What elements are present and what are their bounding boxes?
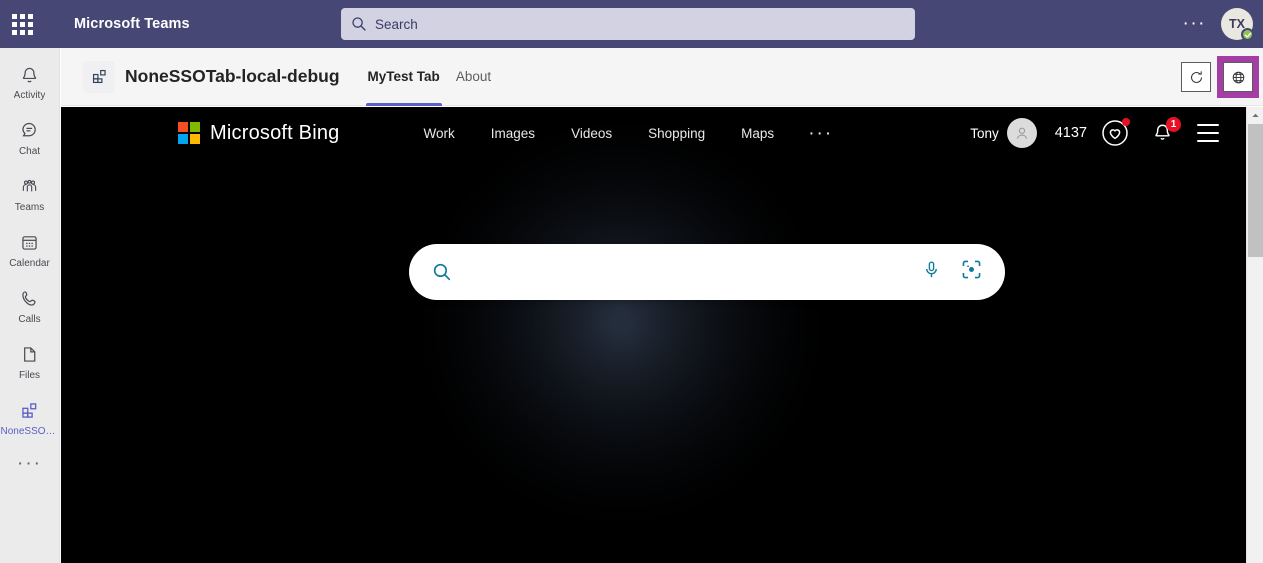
camera-search-icon[interactable] xyxy=(960,258,983,286)
sidebar-item-label: Chat xyxy=(18,145,41,157)
sidebar-item-calendar[interactable]: Calendar xyxy=(0,222,60,278)
top-bar-actions: ··· TX xyxy=(1180,0,1254,48)
sidebar-item-label: Calendar xyxy=(9,257,50,269)
bing-header: Microsoft Bing Work Images Videos Shoppi… xyxy=(61,107,1241,159)
chevron-up-icon[interactable] xyxy=(1247,107,1263,124)
tab-label: MyTest Tab xyxy=(367,69,440,84)
sidebar-item-label: NoneSSOT… xyxy=(0,425,59,437)
sidebar-item-nonessotab[interactable]: NoneSSOT… xyxy=(0,390,60,446)
open-in-browser-button[interactable] xyxy=(1223,62,1253,92)
presence-available-icon xyxy=(1241,28,1254,41)
bell-icon xyxy=(19,64,40,86)
sidebar-item-activity[interactable]: Activity xyxy=(0,54,60,110)
bing-nav-images[interactable]: Images xyxy=(473,120,553,147)
teams-top-bar: Microsoft Teams Search ··· TX xyxy=(0,0,1263,48)
sidebar-item-label: Calls xyxy=(18,313,41,325)
rewards-points[interactable]: 4137 xyxy=(1055,125,1087,141)
tab-list: MyTest Tab About xyxy=(360,48,500,106)
vertical-scrollbar[interactable] xyxy=(1246,107,1263,563)
octopus-photo xyxy=(61,107,1263,563)
apps-icon xyxy=(83,60,115,93)
page-title: NoneSSOTab-local-debug xyxy=(125,66,340,86)
sidebar-item-chat[interactable]: Chat xyxy=(0,110,60,166)
bing-nav-work[interactable]: Work xyxy=(406,120,473,147)
bing-nav-shopping[interactable]: Shopping xyxy=(630,120,723,147)
search-icon xyxy=(431,261,453,283)
sidebar-item-files[interactable]: Files xyxy=(0,334,60,390)
avatar[interactable]: TX xyxy=(1221,8,1254,41)
notification-count-badge: 1 xyxy=(1166,117,1181,132)
more-options-icon[interactable]: ··· xyxy=(1180,14,1209,33)
calls-icon xyxy=(19,288,40,310)
chat-icon xyxy=(19,120,40,142)
tab-about[interactable]: About xyxy=(448,48,499,106)
rewards-notification-dot xyxy=(1122,118,1130,126)
embedded-bing-page: Microsoft Bing Work Images Videos Shoppi… xyxy=(61,107,1263,563)
bing-nav-videos[interactable]: Videos xyxy=(553,120,630,147)
tab-label: About xyxy=(455,69,492,84)
sidebar-item-teams[interactable]: Teams xyxy=(0,166,60,222)
files-icon xyxy=(19,344,40,366)
heart-icon[interactable] xyxy=(1101,118,1130,147)
search-icon xyxy=(351,16,367,32)
sidebar-item-label: Activity xyxy=(13,89,46,101)
sidebar-more-icon[interactable]: ··· xyxy=(17,454,42,473)
teams-window: Microsoft Teams Search ··· TX Activity C… xyxy=(0,0,1263,563)
apps-icon xyxy=(19,400,40,422)
search-input[interactable]: Search xyxy=(341,8,915,40)
tab-mytest-tab[interactable]: MyTest Tab xyxy=(360,48,448,106)
sidebar-item-label: Files xyxy=(18,369,41,381)
bing-brand-title: Microsoft Bing xyxy=(210,121,340,144)
hamburger-icon[interactable] xyxy=(1197,124,1219,142)
bing-search-input[interactable] xyxy=(453,244,921,300)
bing-nav-maps[interactable]: Maps xyxy=(723,120,792,147)
tab-actions xyxy=(1181,48,1261,106)
bing-avatar[interactable] xyxy=(1006,118,1037,148)
teams-icon xyxy=(19,176,40,198)
scrollbar-thumb[interactable] xyxy=(1248,124,1263,257)
app-grid-icon[interactable] xyxy=(8,11,36,37)
sidebar-item-label: Teams xyxy=(14,201,45,213)
tab-header: NoneSSOTab-local-debug MyTest Tab About xyxy=(61,48,1263,106)
bing-search-actions xyxy=(921,258,983,286)
refresh-button[interactable] xyxy=(1181,62,1211,92)
bing-user-area: Tony 4137 1 xyxy=(970,107,1219,159)
app-brand-title: Microsoft Teams xyxy=(74,16,190,32)
bing-nav-more-icon[interactable]: ··· xyxy=(792,124,849,143)
sidebar-item-calls[interactable]: Calls xyxy=(0,278,60,334)
left-rail: Activity Chat Teams Calendar Calls Files… xyxy=(0,48,60,563)
bing-search-box[interactable] xyxy=(409,244,1005,300)
microsoft-logo-icon xyxy=(178,122,200,144)
open-in-browser-highlight xyxy=(1217,56,1259,98)
calendar-icon xyxy=(19,232,40,254)
search-placeholder: Search xyxy=(375,16,418,32)
bing-notifications-bell-icon[interactable]: 1 xyxy=(1151,117,1181,146)
microphone-icon[interactable] xyxy=(921,259,942,285)
bing-nav: Work Images Videos Shopping Maps ··· xyxy=(406,120,850,147)
bing-user-name: Tony xyxy=(970,125,999,141)
